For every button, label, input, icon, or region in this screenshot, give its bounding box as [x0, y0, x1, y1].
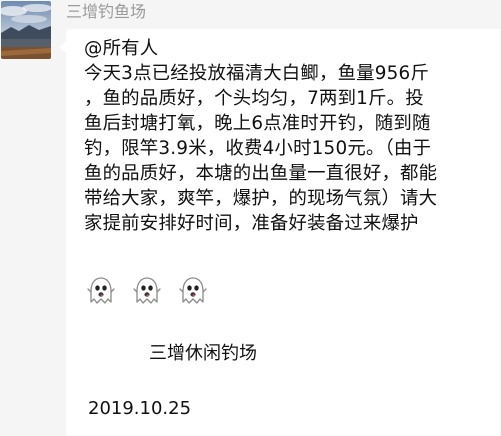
message-line: 带给大家，爽竿，爆护，的现场气氛）请大 [84, 188, 438, 209]
message-line: ，鱼的品质好，个头均匀，7两到1斤。投 [84, 88, 424, 109]
message-line: 鱼的品质好，本塘的出鱼量一直很好，都能 [84, 163, 438, 184]
mention-all[interactable]: @所有人 [84, 36, 500, 61]
emoji-row [86, 276, 208, 306]
ghost-emoji-icon [87, 277, 115, 304]
sender-name: 三增钓鱼场 [66, 2, 147, 21]
ghost-emoji-icon [133, 277, 161, 304]
message-signature: 三增休闲钓场 [149, 343, 257, 364]
message-line: 钓，限竿3.9米，收费4小时150元。（由于 [84, 138, 432, 159]
sender-avatar[interactable] [1, 1, 51, 59]
message-text: @所有人 今天3点已经投放福清大白鲫，鱼量956斤 ，鱼的品质好，个头均匀，7两… [84, 36, 500, 236]
message-date: 2019.10.25 [88, 398, 192, 419]
message-line: 家提前安排好时间，准备好装备过来爆护 [84, 213, 419, 234]
message-line: 鱼后封塘打氧，晚上6点准时开钓，随到随 [84, 113, 431, 134]
message-line: 今天3点已经投放福清大白鲫，鱼量956斤 [84, 63, 430, 84]
landscape-avatar-icon [1, 1, 51, 59]
ghost-emoji-icon [179, 277, 207, 304]
